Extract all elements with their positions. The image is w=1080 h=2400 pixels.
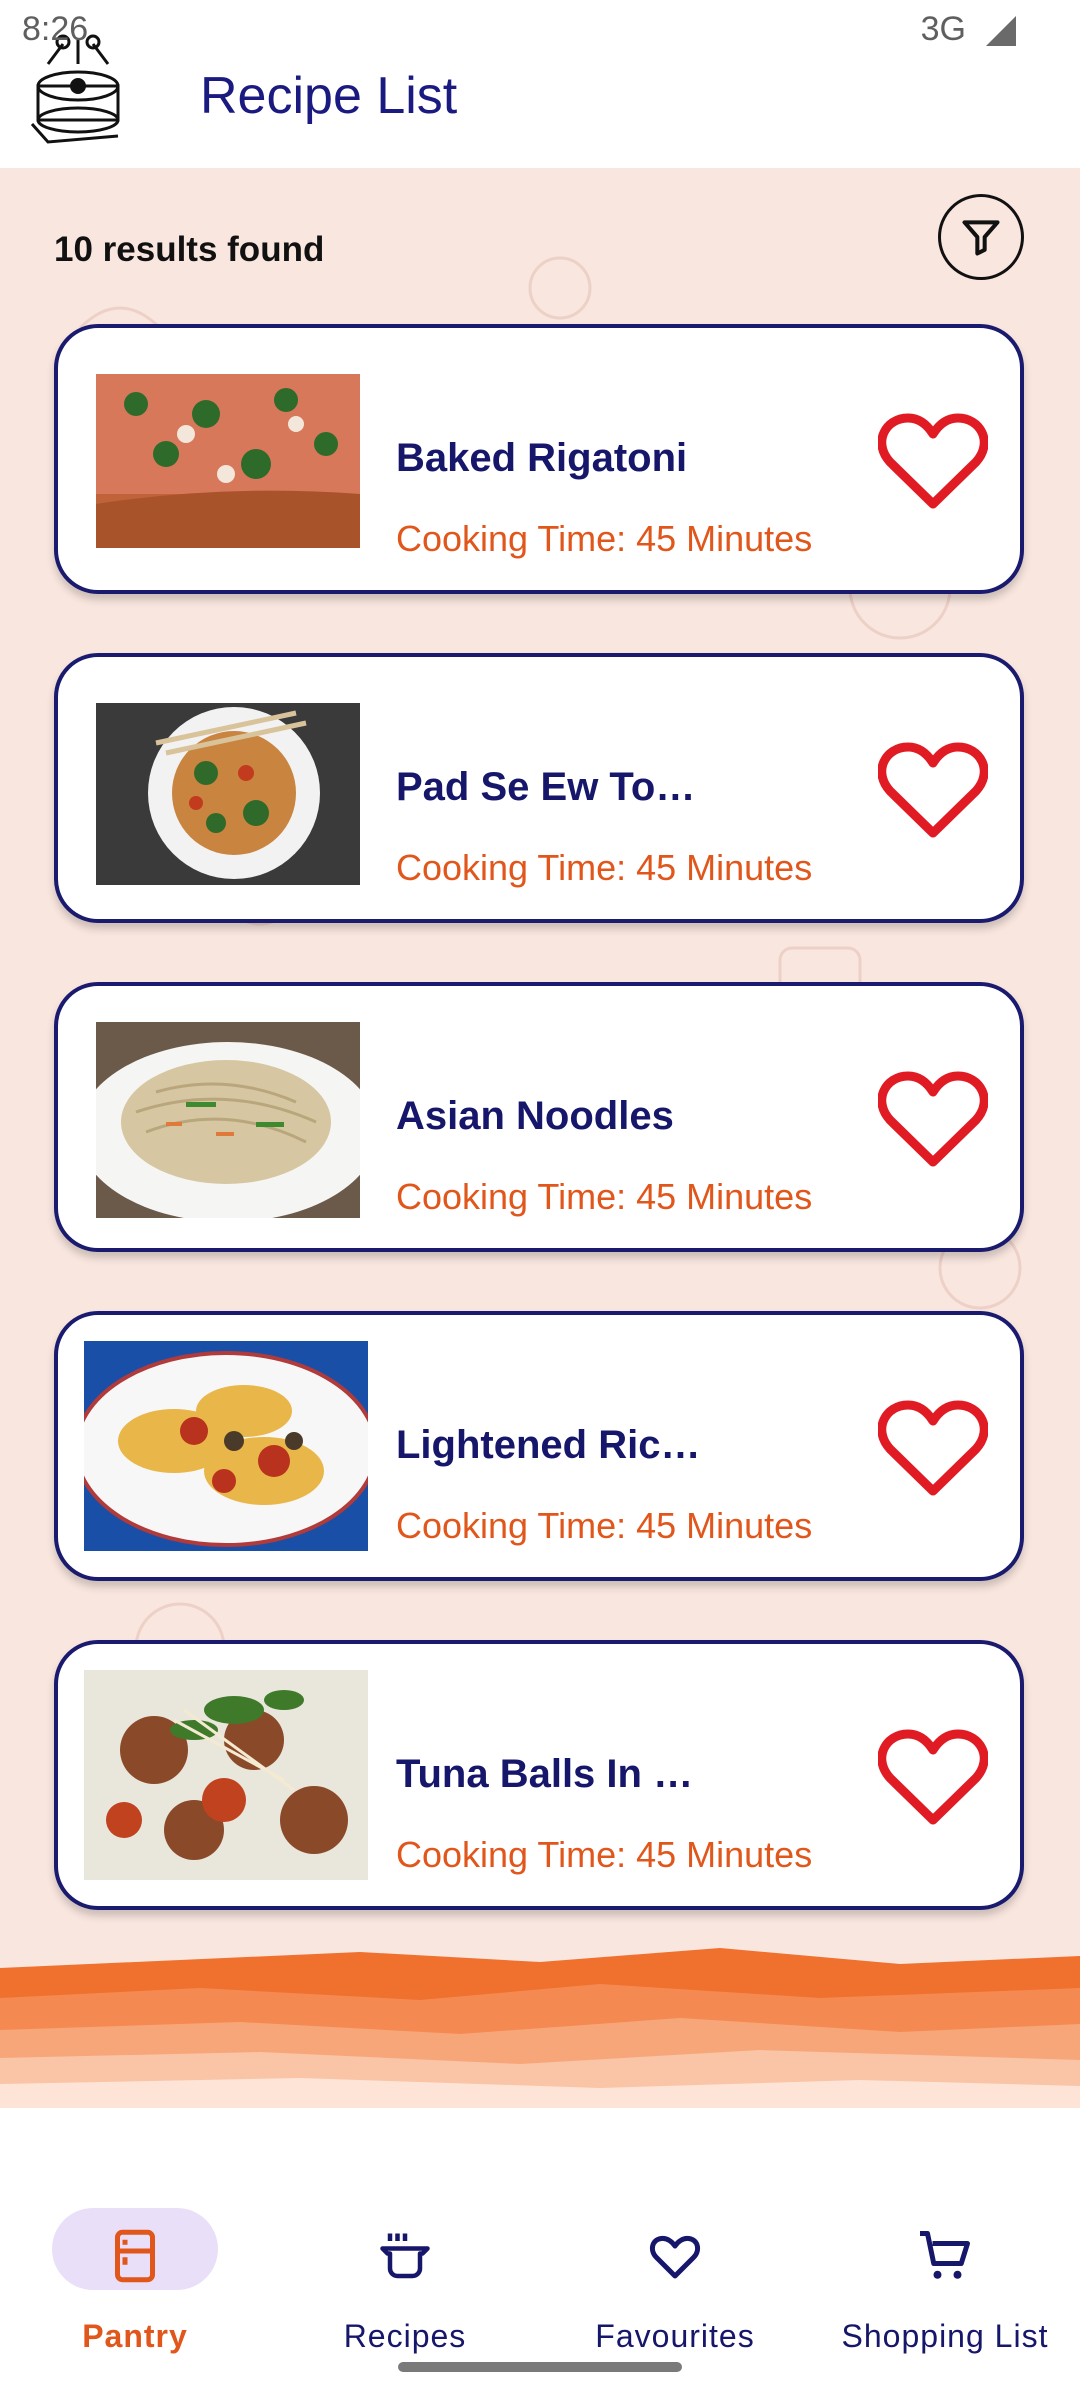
recipe-title: Baked Rigatoni — [396, 436, 688, 480]
nav-item-recipes[interactable]: Recipes — [270, 2158, 540, 2358]
results-count: 10 results found — [54, 230, 325, 269]
nav-label: Favourites — [595, 2318, 755, 2354]
bottom-navigation: Pantry Recipes Favourites Shopping List — [0, 2108, 1080, 2400]
fridge-icon — [115, 2229, 155, 2283]
nav-item-shopping-list[interactable]: Shopping List — [810, 2158, 1080, 2358]
recipe-card[interactable]: Baked Rigatoni Cooking Time: 45 Minutes — [54, 324, 1024, 594]
recipe-title: Lightened Ricotta Stuff... — [396, 1423, 706, 1467]
recipe-cooking-time: Cooking Time: 45 Minutes — [396, 1176, 813, 1217]
recipe-title: Tuna Balls In Tomato S... — [396, 1752, 706, 1796]
favourite-heart-icon[interactable] — [878, 1728, 988, 1828]
nav-label: Recipes — [343, 2318, 467, 2354]
favourite-heart-icon[interactable] — [878, 1070, 988, 1170]
status-time: 8:26 — [22, 10, 89, 48]
decorative-waves — [0, 1948, 1080, 2108]
recipe-image — [96, 374, 360, 548]
recipe-list-area[interactable]: 10 results found Baked Rigatoni Cooking … — [0, 168, 1080, 2108]
filter-button[interactable] — [938, 194, 1024, 280]
recipe-image — [84, 1670, 368, 1880]
favourite-heart-icon[interactable] — [878, 741, 988, 841]
home-indicator[interactable] — [398, 2362, 682, 2372]
page-title: Recipe List — [200, 67, 458, 125]
recipe-cooking-time: Cooking Time: 45 Minutes — [396, 1834, 813, 1875]
heart-icon — [649, 2235, 701, 2279]
recipe-cooking-time: Cooking Time: 45 Minutes — [396, 518, 813, 559]
app-bar: Recipe List — [0, 0, 1080, 168]
favourite-heart-icon[interactable] — [878, 412, 988, 512]
recipe-cooking-time: Cooking Time: 45 Minutes — [396, 1505, 813, 1546]
nav-label: Pantry — [82, 2318, 188, 2354]
recipe-image — [96, 703, 360, 885]
network-type: 3G — [920, 10, 966, 48]
recipe-image — [84, 1341, 368, 1551]
recipe-cooking-time: Cooking Time: 45 Minutes — [396, 847, 813, 888]
signal-icon — [986, 16, 1016, 46]
nav-label: Shopping List — [841, 2318, 1049, 2354]
nav-item-pantry[interactable]: Pantry — [0, 2158, 270, 2358]
favourite-heart-icon[interactable] — [878, 1399, 988, 1499]
recipe-card[interactable]: Lightened Ricotta Stuff... Cooking Time:… — [54, 1311, 1024, 1581]
recipe-card[interactable]: Asian Noodles Cooking Time: 45 Minutes — [54, 982, 1024, 1252]
recipe-card[interactable]: Pad Se Ew Tofu With V... Cooking Time: 4… — [54, 653, 1024, 923]
recipe-title: Asian Noodles — [396, 1094, 674, 1138]
recipe-card[interactable]: Tuna Balls In Tomato S... Cooking Time: … — [54, 1640, 1024, 1910]
pot-icon — [380, 2233, 430, 2279]
recipe-title: Pad Se Ew Tofu With V... — [396, 765, 706, 809]
recipe-image — [96, 1022, 360, 1218]
filter-icon — [962, 220, 1000, 256]
nav-item-favourites[interactable]: Favourites — [540, 2158, 810, 2358]
cart-icon — [920, 2231, 970, 2279]
